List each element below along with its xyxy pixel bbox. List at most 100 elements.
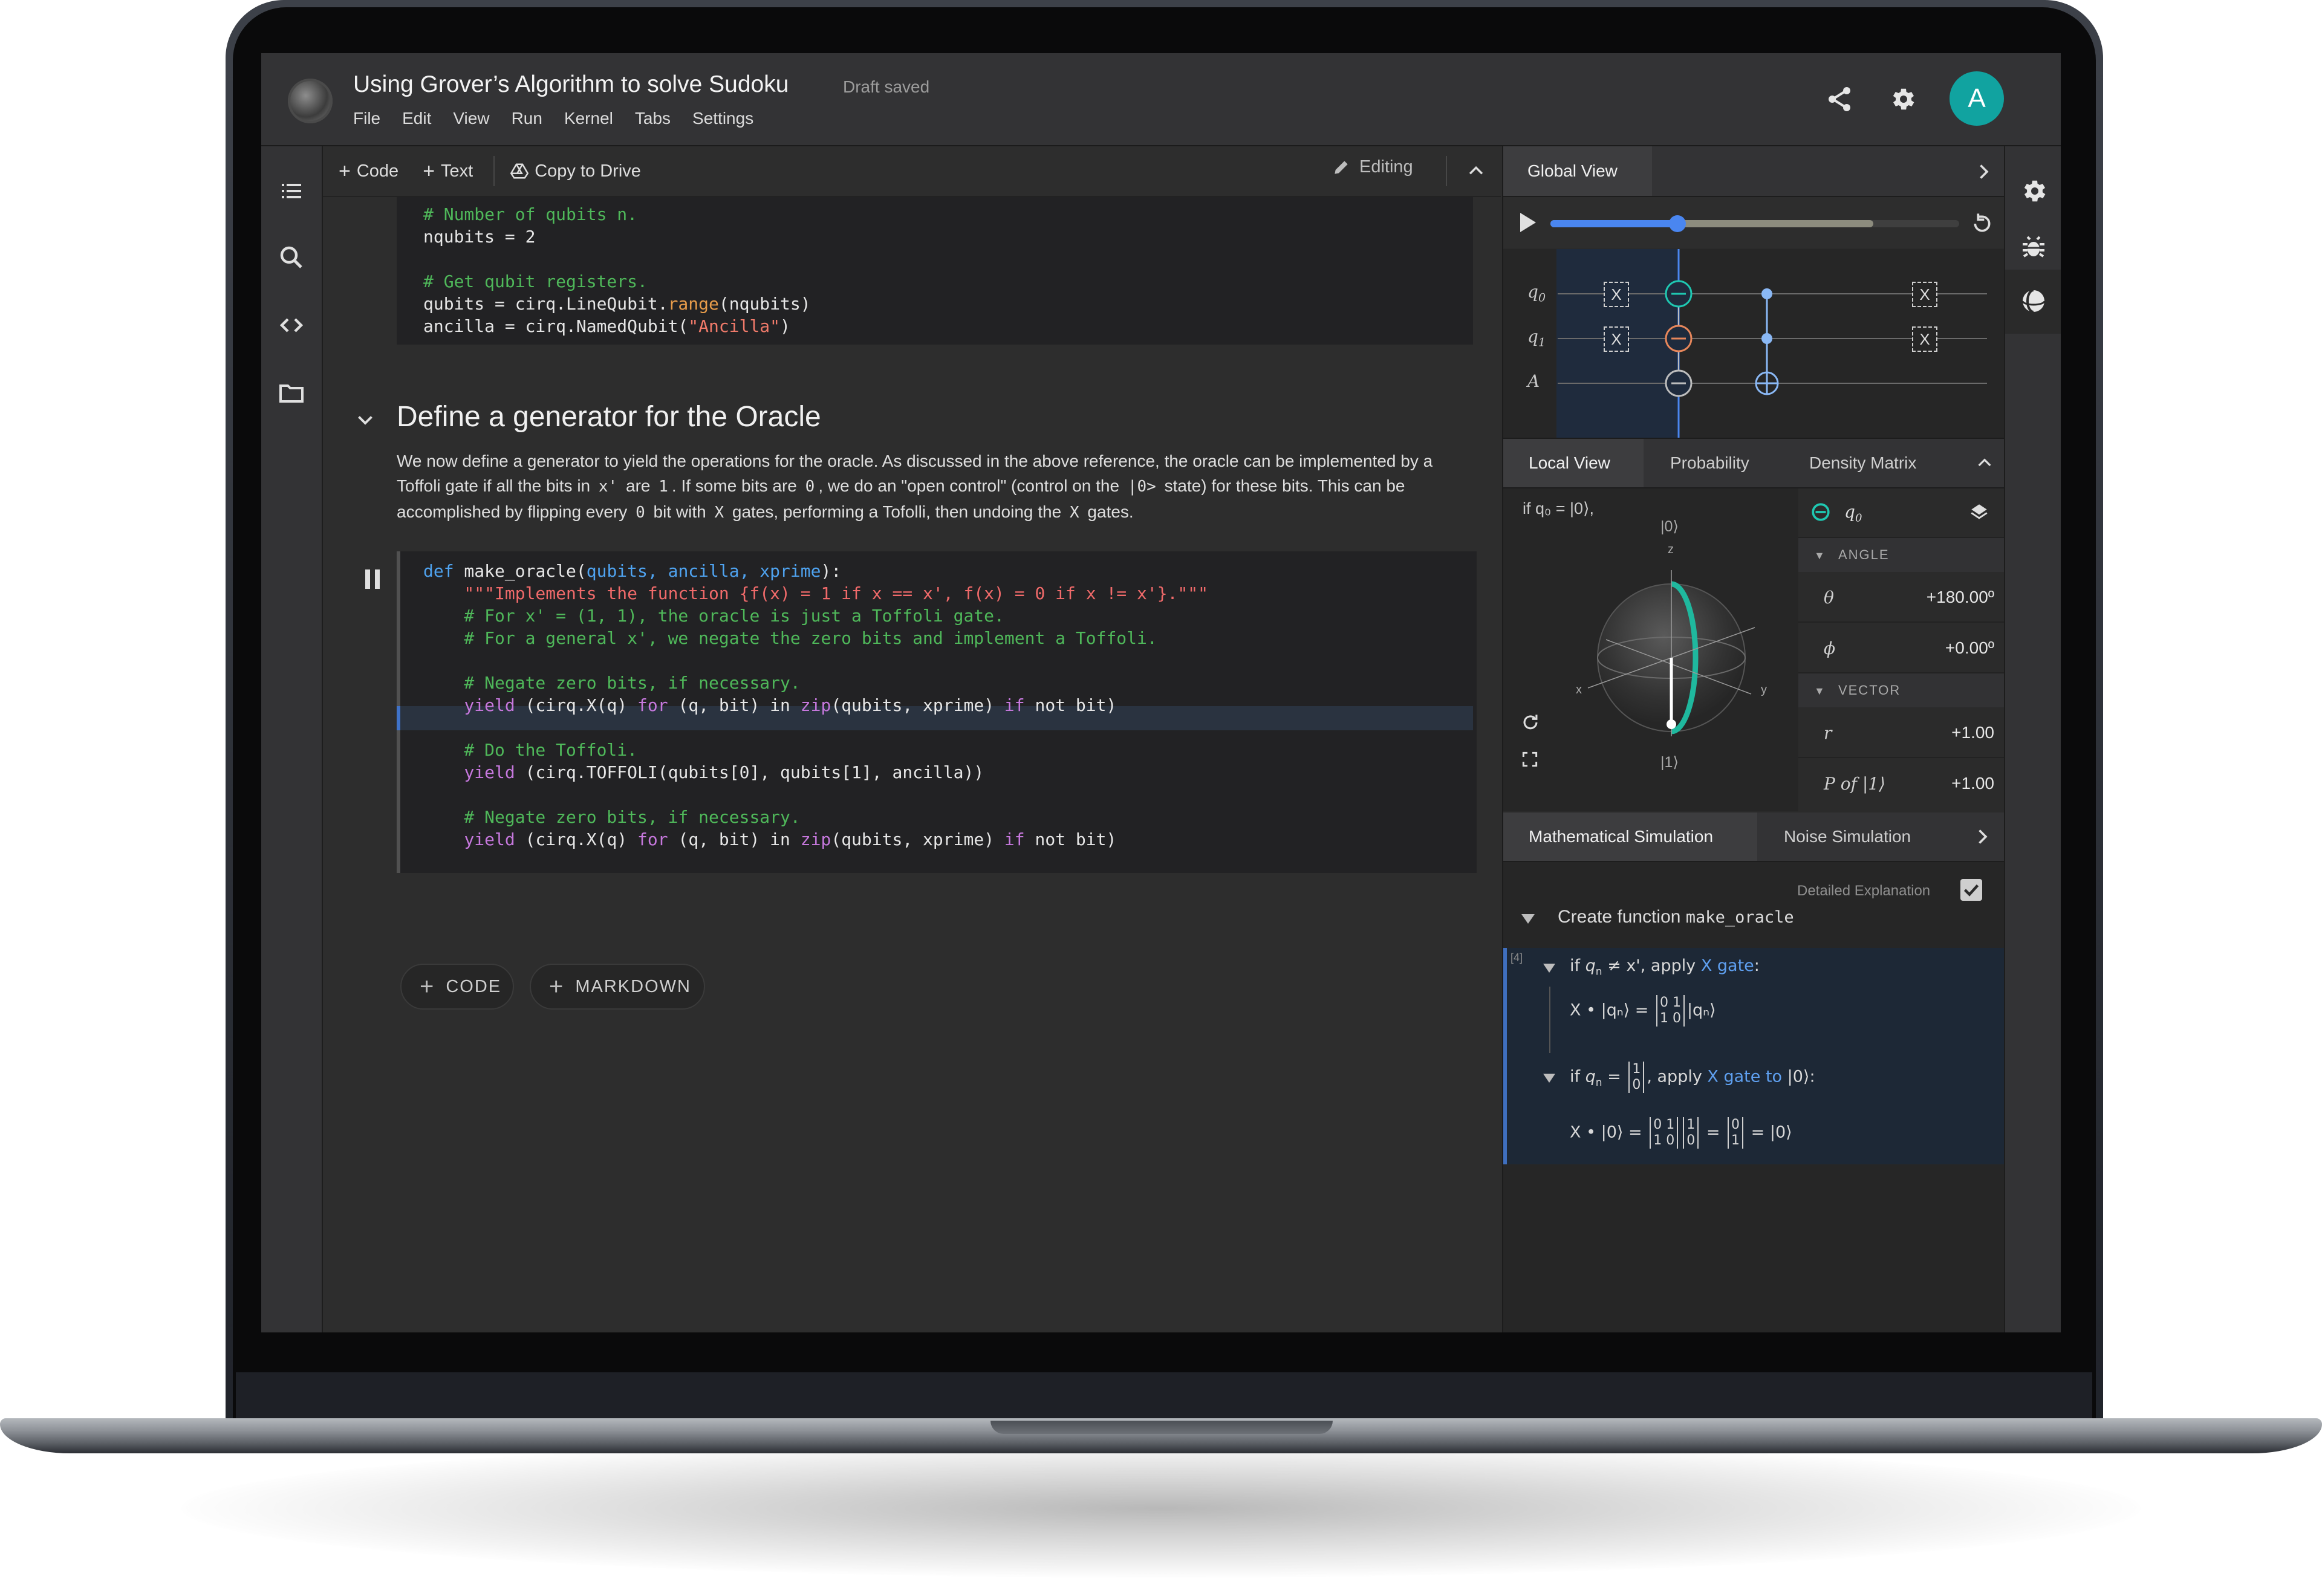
code-content[interactable]: def make_oracle(qubits, ancilla, xprime)… xyxy=(423,560,1208,851)
code-line: nqubits = 2 xyxy=(423,227,536,247)
bloch-top-label: |0⟩ xyxy=(1660,518,1679,535)
add-code-button[interactable]: + Code xyxy=(339,160,398,183)
chevron-up-icon[interactable] xyxy=(1466,161,1486,181)
theta-row: θ +180.00º xyxy=(1798,572,2004,623)
matrix-x: 0 11 0 xyxy=(1650,1117,1679,1149)
plus-icon: + xyxy=(549,973,565,1000)
fullscreen-icon[interactable] xyxy=(1520,750,1540,769)
menu-bar: File Edit View Run Kernel Tabs Settings xyxy=(353,109,753,128)
vector-section-header[interactable]: ▼ VECTOR xyxy=(1798,673,2004,707)
app-header: Using Grover’s Algorithm to solve Sudoku… xyxy=(261,53,2061,146)
triangle-down-icon[interactable] xyxy=(1521,914,1535,924)
menu-tabs[interactable]: Tabs xyxy=(635,109,671,128)
chevron-down-icon[interactable] xyxy=(354,409,376,430)
triangle-down-icon[interactable] xyxy=(1543,964,1555,973)
detailed-explanation-label: Detailed Explanation xyxy=(1797,883,1931,899)
share-icon[interactable] xyxy=(1825,85,1854,114)
menu-view[interactable]: View xyxy=(453,109,489,128)
code-line: def make_oracle(qubits, ancilla, xprime)… xyxy=(423,561,842,581)
progress-slider[interactable] xyxy=(1550,215,1959,232)
step1-equation: X • |qₙ⟩ = 0 11 0 |qₙ⟩ xyxy=(1570,995,1716,1027)
laptop-notch xyxy=(990,1421,1333,1434)
copy-to-drive-button[interactable]: Copy to Drive xyxy=(510,161,641,181)
document-title[interactable]: Using Grover’s Algorithm to solve Sudoku xyxy=(353,71,789,98)
control-dot xyxy=(1761,288,1772,299)
tab-mathematical-simulation[interactable]: Mathematical Simulation xyxy=(1503,813,1757,861)
code-line: # For a general x', we negate the zero b… xyxy=(423,628,1157,648)
plus-icon: + xyxy=(423,159,435,183)
chevron-right-icon[interactable] xyxy=(1972,161,1994,183)
vector-one: 10 xyxy=(1628,1062,1645,1093)
rotate-icon[interactable] xyxy=(1520,712,1541,733)
bloch-bottom-label: |1⟩ xyxy=(1660,754,1679,771)
function-header: Create function make_oracle xyxy=(1558,907,1794,927)
editing-mode[interactable]: Editing xyxy=(1332,157,1413,177)
save-status: Draft saved xyxy=(843,77,930,96)
tab-global-view[interactable]: Global View xyxy=(1503,146,1652,196)
chevron-up-icon[interactable] xyxy=(1975,453,1994,473)
qubit-selector[interactable]: q0 xyxy=(1798,488,2004,538)
menu-file[interactable]: File xyxy=(353,109,380,128)
list-icon[interactable] xyxy=(277,177,306,206)
play-icon[interactable] xyxy=(1517,210,1538,235)
app-screen: Using Grover’s Algorithm to solve Sudoku… xyxy=(261,53,2061,1332)
replay-icon[interactable] xyxy=(1970,212,1994,236)
measure-q1 xyxy=(1665,325,1693,352)
vector-one: 10 xyxy=(1683,1117,1699,1149)
detailed-explanation-checkbox[interactable] xyxy=(1960,879,1982,901)
search-icon[interactable] xyxy=(277,243,306,272)
layers-icon[interactable] xyxy=(1969,502,1989,522)
bloch-sphere-icon[interactable] xyxy=(2019,287,2048,316)
tab-density-matrix[interactable]: Density Matrix xyxy=(1809,439,1916,487)
settings-icon[interactable] xyxy=(2019,177,2048,206)
menu-run[interactable]: Run xyxy=(512,109,542,128)
toffoli-target xyxy=(1755,371,1779,395)
menu-settings[interactable]: Settings xyxy=(692,109,753,128)
notebook-toolbar: + Code + Text Copy to Drive Editing xyxy=(323,146,1501,197)
add-code-cell-button[interactable]: + CODE xyxy=(400,964,514,1010)
angle-section-header[interactable]: ▼ ANGLE xyxy=(1798,538,2004,572)
tab-probability[interactable]: Probability xyxy=(1670,439,1749,487)
simulation-step: [4] if qn ≠ x', apply X gate: X • |qₙ⟩ =… xyxy=(1503,948,2008,1164)
code-icon[interactable] xyxy=(277,311,306,340)
plus-icon: + xyxy=(420,973,435,1000)
r-value: +1.00 xyxy=(1951,723,1994,742)
menu-kernel[interactable]: Kernel xyxy=(564,109,613,128)
bug-icon[interactable] xyxy=(2019,233,2048,262)
code-line: # For x' = (1, 1), the oracle is just a … xyxy=(423,606,1004,626)
section-paragraph: We now define a generator to yield the o… xyxy=(397,452,1433,522)
notebook-area: + Code + Text Copy to Drive Editing # Numb… xyxy=(323,146,1501,1332)
tab-noise-simulation[interactable]: Noise Simulation xyxy=(1784,813,1911,861)
slider-handle[interactable] xyxy=(1669,215,1686,232)
triangle-down-icon: ▼ xyxy=(1814,685,1826,697)
bloch-sphere[interactable]: |0⟩ z x y |1⟩ xyxy=(1552,513,1781,803)
theta-value: +180.00º xyxy=(1926,588,1994,606)
code-content[interactable]: # Number of qubits n. nqubits = 2 # Get q… xyxy=(423,203,811,337)
code-line: # Negate zero bits, if necessary. xyxy=(423,807,801,827)
code-cell[interactable]: # Number of qubits n. nqubits = 2 # Get q… xyxy=(397,197,1473,345)
left-sidebar xyxy=(261,146,323,1332)
settings-icon[interactable] xyxy=(1888,85,1917,114)
simulation-tabs: Mathematical Simulation Noise Simulation xyxy=(1503,813,2004,862)
user-avatar[interactable]: A xyxy=(1950,71,2004,126)
chevron-right-icon[interactable] xyxy=(1971,826,1993,848)
slider-fill xyxy=(1550,220,1677,227)
pause-icon[interactable] xyxy=(362,567,383,591)
code-line: """Implements the function {f(x) = 1 if … xyxy=(423,583,1209,603)
vector-zero: 01 xyxy=(1728,1117,1744,1149)
folder-icon[interactable] xyxy=(277,378,306,407)
circuit-diagram: q0 q1 A X X X X xyxy=(1503,249,2004,439)
qubit-name: q0 xyxy=(1844,502,1862,525)
add-markdown-cell-button[interactable]: + MARKDOWN xyxy=(530,964,705,1010)
measure-q0 xyxy=(1665,280,1693,308)
step1-condition: if qn ≠ x', apply X gate: xyxy=(1570,956,1760,978)
tab-local-view[interactable]: Local View xyxy=(1503,439,1644,487)
menu-edit[interactable]: Edit xyxy=(402,109,431,128)
code-cell-active[interactable]: def make_oracle(qubits, ancilla, xprime)… xyxy=(397,551,1477,873)
global-view-header: Global View xyxy=(1503,146,2004,197)
add-text-button[interactable]: + Text xyxy=(423,160,473,183)
bloch-x-label: x xyxy=(1576,683,1582,696)
triangle-down-icon[interactable] xyxy=(1543,1074,1555,1083)
